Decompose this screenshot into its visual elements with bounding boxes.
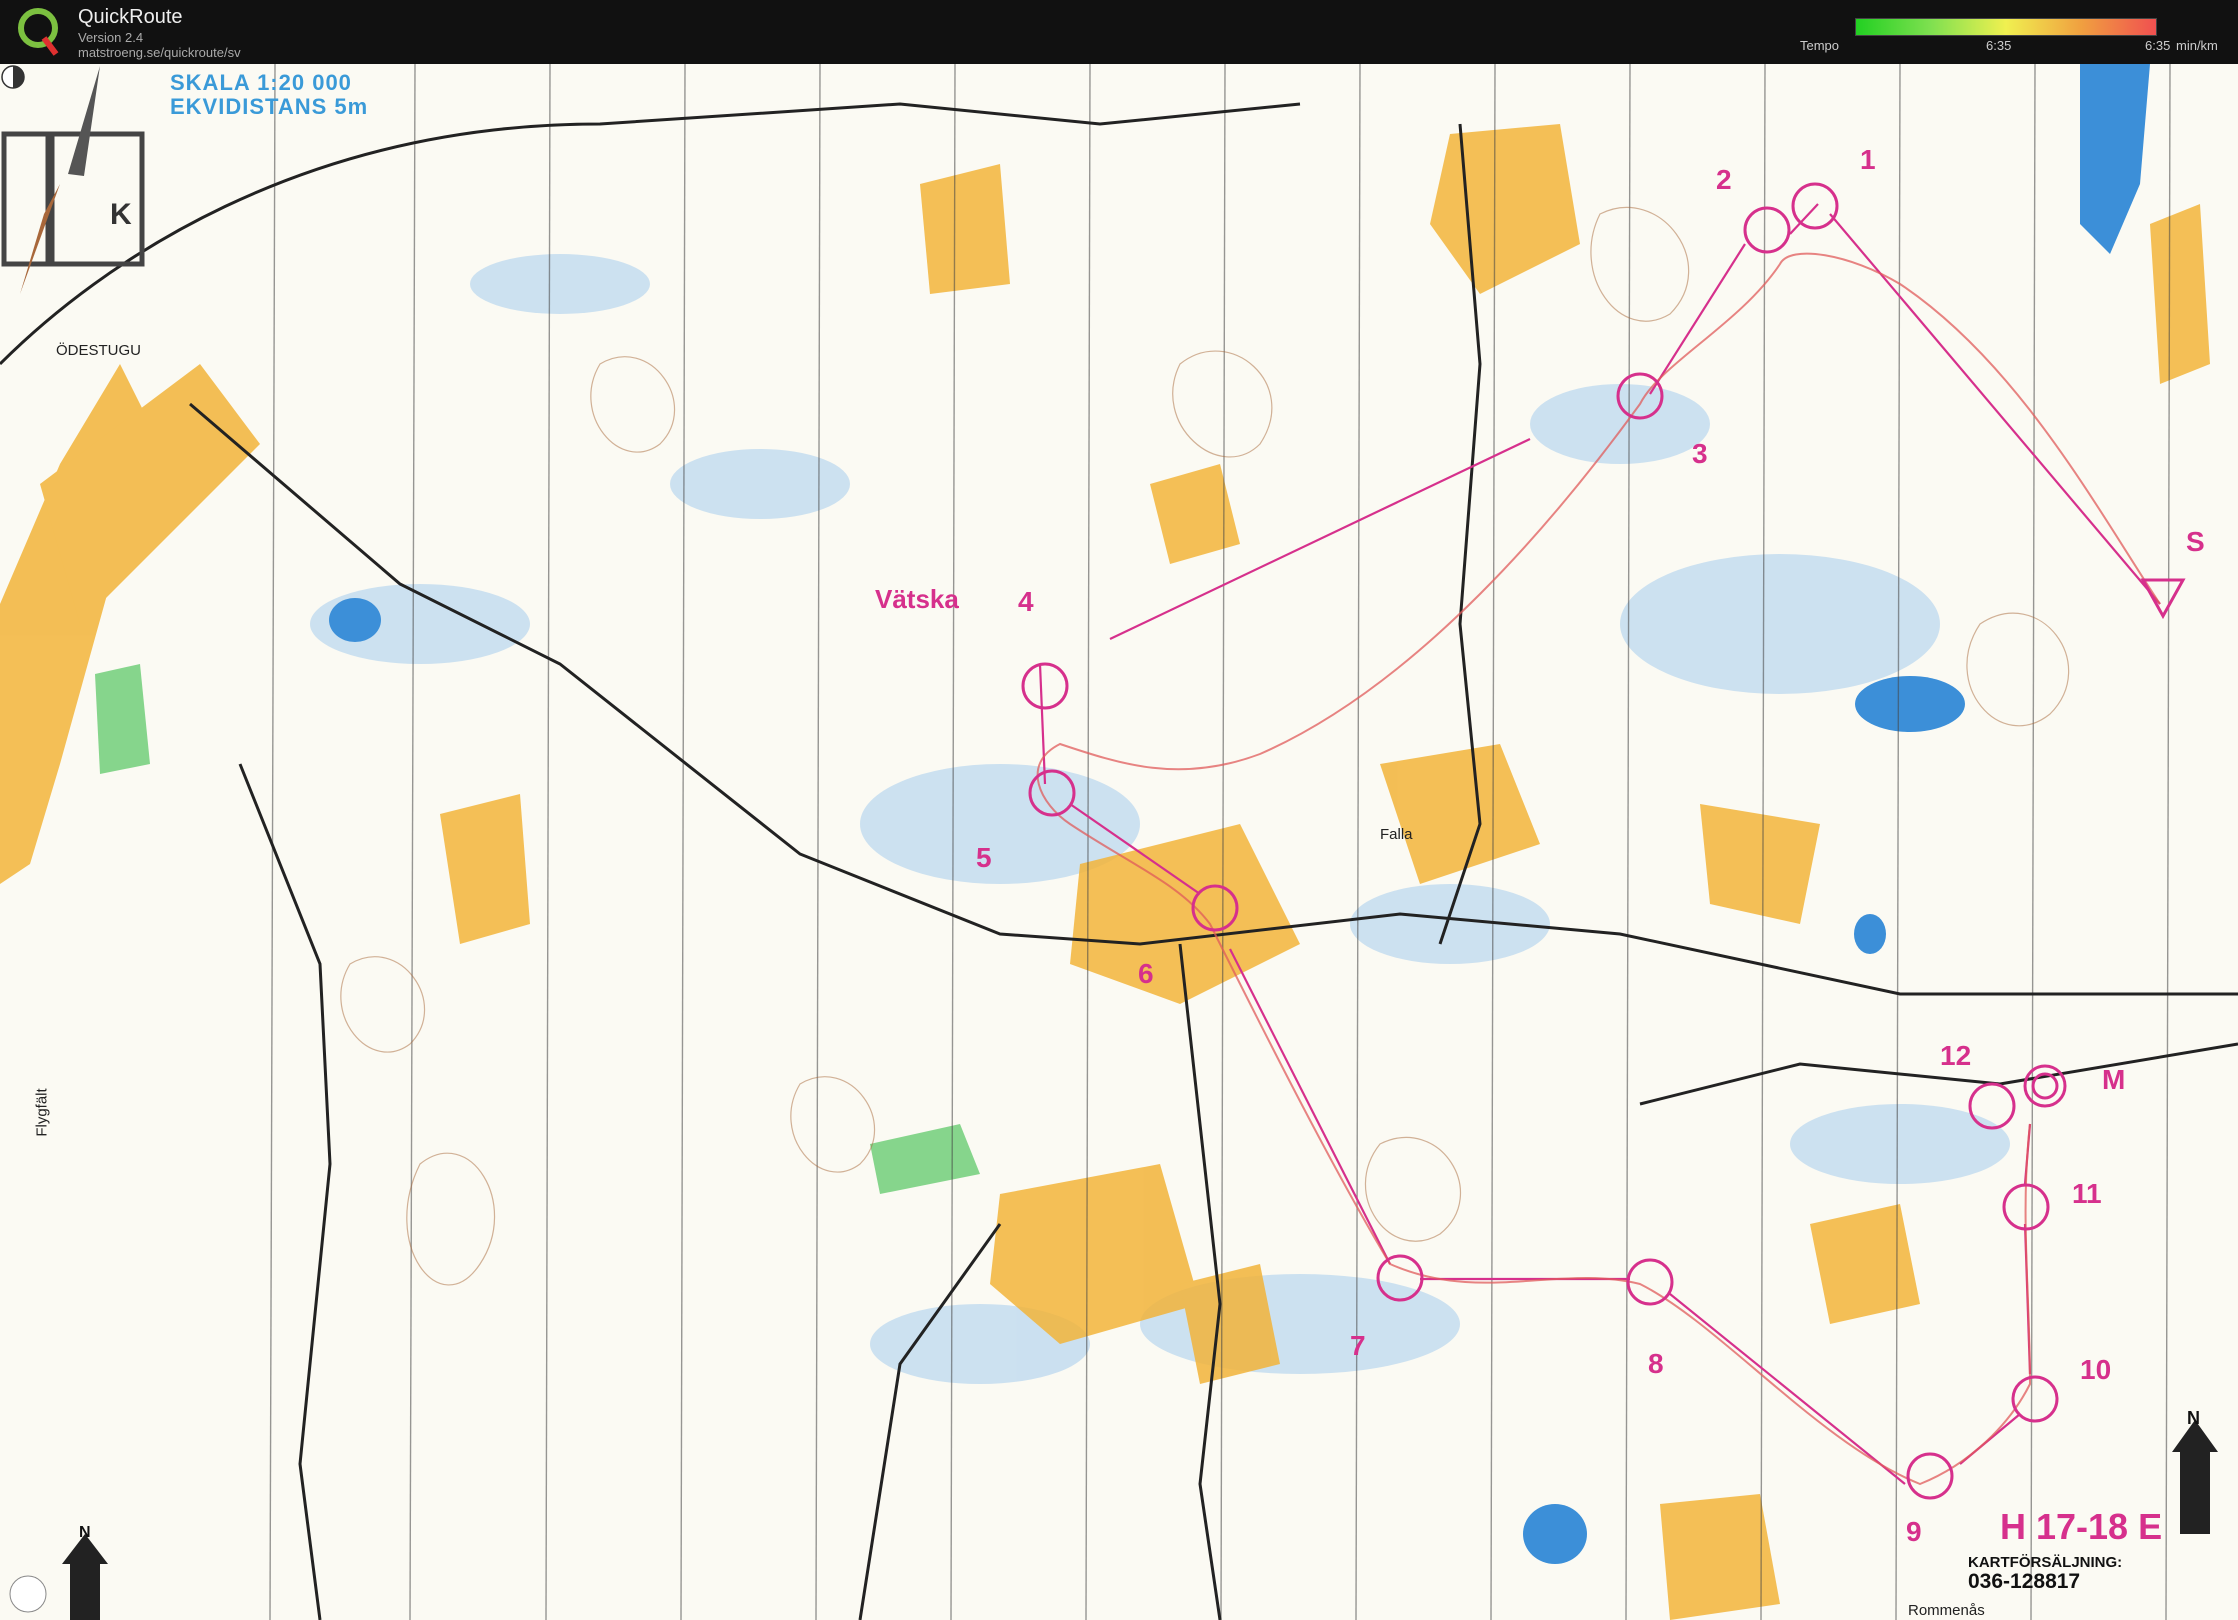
control-number-7: 7: [1350, 1330, 1366, 1361]
north-label-left: N: [79, 1524, 91, 1541]
green-areas: [95, 664, 980, 1194]
control-number-10: 10: [2080, 1354, 2112, 1385]
control-number-4: 4: [1018, 586, 1034, 617]
finish-label: M: [2102, 1064, 2126, 1095]
refreshment-label: Vätska: [875, 584, 959, 614]
open-land-areas: [0, 124, 2210, 1620]
control-number-6: 6: [1138, 958, 1154, 989]
map-scale: SKALA 1:20 000: [170, 70, 352, 95]
course-class-label: H 17-18 E: [2000, 1506, 2163, 1547]
quickroute-logo-icon: [18, 8, 59, 56]
control-number-12: 12: [1940, 1040, 1972, 1071]
north-label-right: N: [2187, 1408, 2200, 1428]
control-number-3: 3: [1692, 438, 1708, 469]
compass-icon: [1, 65, 25, 89]
control-number-8: 8: [1648, 1348, 1664, 1379]
app-title: QuickRoute: [78, 6, 183, 28]
app-header: QuickRoute Version 2.4 matstroeng.se/qui…: [0, 0, 2238, 64]
place-flygfalt: Flygfält: [33, 1088, 51, 1137]
place-falla: Falla: [1380, 826, 1413, 843]
tempo-max-value: 6:35: [2145, 38, 2171, 53]
north-arrow-left-icon: [62, 1534, 108, 1620]
app-version: Version 2.4: [78, 30, 144, 45]
svg-text:K: K: [110, 198, 132, 231]
map-sales-phone: 036-128817: [1968, 1570, 2081, 1593]
tempo-mid-value: 6:35: [1986, 38, 2012, 53]
app-url[interactable]: matstroeng.se/quickroute/sv: [78, 45, 241, 60]
map-artwork: [0, 64, 2238, 1620]
tempo-unit: min/km: [2176, 38, 2218, 53]
tempo-label: Tempo: [1800, 38, 1840, 53]
place-odestugu: ÖDESTUGU: [56, 342, 142, 359]
orienteering-map[interactable]: K SKALA 1:20 000 EKVIDISTANS 5m ÖDESTUGU…: [0, 64, 2238, 1620]
north-arrow-right-icon: [2172, 1420, 2218, 1534]
tempo-color-scale: [1855, 18, 2157, 36]
control-number-9: 9: [1906, 1516, 1922, 1547]
map-contour-interval: EKVIDISTANS 5m: [170, 94, 369, 119]
control-number-11: 11: [2072, 1178, 2102, 1209]
start-label: S: [2186, 526, 2205, 557]
place-rommenas: Rommenås: [1908, 1602, 1985, 1619]
control-number-5: 5: [976, 842, 992, 873]
control-number-2: 2: [1716, 164, 1732, 195]
map-sales-label: KARTFÖRSÄLJNING:: [1968, 1554, 2123, 1571]
control-number-1: 1: [1860, 144, 1876, 175]
okj-club-logo-icon: K: [1, 66, 145, 294]
